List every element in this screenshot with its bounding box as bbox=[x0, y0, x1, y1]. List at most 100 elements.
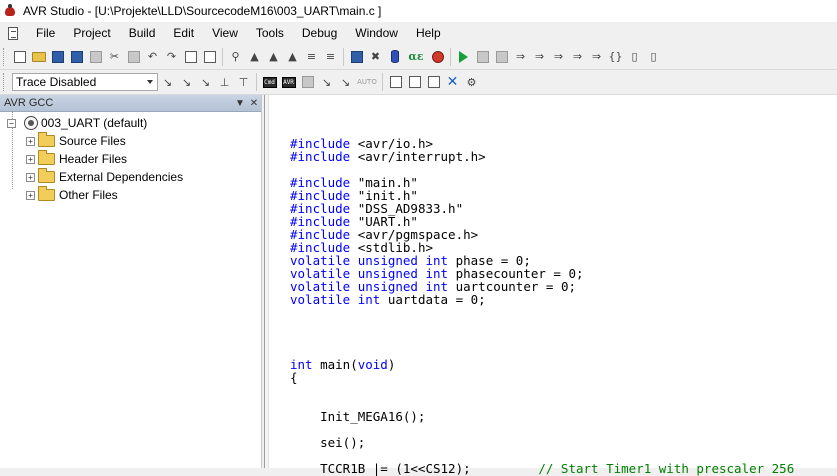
code-line[interactable]: TCCR1B |= (1<<CS12); // Start Timer1 wit… bbox=[290, 462, 794, 475]
step-over-icon[interactable]: ⇒ bbox=[549, 47, 568, 67]
windows-cascade-icon[interactable] bbox=[200, 47, 219, 67]
connect-icon[interactable]: ↘ bbox=[336, 72, 355, 92]
panel-title: AVR GCC bbox=[4, 97, 54, 109]
compile-icon[interactable]: αε bbox=[404, 47, 428, 67]
run-play-icon[interactable] bbox=[454, 47, 473, 67]
trace-toolbar: Trace Disabled ↘ ↘ ↘ ⊥ ⊤ Cmd AVR ↘ ↘ AUT… bbox=[0, 70, 837, 95]
toggle-breakpoint-icon[interactable]: ▯ bbox=[644, 47, 663, 67]
trace-down-icon[interactable]: ⊥ bbox=[215, 72, 234, 92]
find-next-icon[interactable]: ▲ bbox=[245, 47, 264, 67]
menu-build[interactable]: Build bbox=[119, 22, 164, 44]
memory-stack-icon[interactable] bbox=[424, 72, 443, 92]
expand-icon[interactable]: + bbox=[26, 190, 35, 200]
project-panel: AVR GCC ▼ ✕ − 003_UART (default) + Sourc… bbox=[0, 95, 262, 468]
folder-icon bbox=[38, 150, 55, 165]
code-text[interactable]: #include <avr/io.h> #include <avr/interru… bbox=[290, 124, 794, 475]
tree-item-source-files[interactable]: + Source Files bbox=[0, 132, 261, 150]
braces-icon[interactable]: {} bbox=[606, 47, 625, 67]
project-tree: − 003_UART (default) + Source Files + He… bbox=[0, 111, 261, 204]
code-line[interactable] bbox=[290, 384, 794, 397]
toolbar-grip[interactable] bbox=[3, 47, 6, 66]
open-folder-icon[interactable] bbox=[29, 47, 48, 67]
probe-icon[interactable]: ↘ bbox=[317, 72, 336, 92]
chip-icon[interactable] bbox=[298, 72, 317, 92]
menu-window[interactable]: Window bbox=[345, 22, 406, 44]
step-into-icon[interactable]: ⇒ bbox=[530, 47, 549, 67]
indent-icon[interactable]: ≡ bbox=[302, 47, 321, 67]
menu-file[interactable]: File bbox=[26, 22, 63, 44]
save-icon[interactable] bbox=[48, 47, 67, 67]
menu-bar: File Project Build Edit View Tools Debug… bbox=[0, 22, 837, 44]
menu-debug[interactable]: Debug bbox=[292, 22, 345, 44]
memory-grid-icon[interactable] bbox=[386, 72, 405, 92]
code-editor[interactable]: #include <avr/io.h> #include <avr/interru… bbox=[264, 95, 837, 475]
trace-mode-select[interactable]: Trace Disabled bbox=[12, 73, 158, 91]
trace-clear-icon[interactable]: ↘ bbox=[177, 72, 196, 92]
memory-view-icon[interactable] bbox=[405, 72, 424, 92]
save-all-icon[interactable] bbox=[67, 47, 86, 67]
panel-menu-icon[interactable]: ▼ bbox=[233, 98, 247, 109]
tools-icon[interactable]: ✖ bbox=[366, 47, 385, 67]
code-line[interactable]: Init_MEGA16(); bbox=[290, 410, 794, 423]
menu-view[interactable]: View bbox=[202, 22, 246, 44]
settings-gear-icon[interactable]: ⚙ bbox=[462, 72, 481, 92]
expand-icon[interactable]: + bbox=[26, 154, 35, 164]
tree-item-other-files[interactable]: + Other Files bbox=[0, 186, 261, 204]
code-line[interactable]: sei(); bbox=[290, 436, 794, 449]
auto-icon[interactable]: AUTO bbox=[355, 72, 379, 92]
window-icon[interactable] bbox=[181, 47, 200, 67]
trace-filter-icon[interactable]: ↘ bbox=[196, 72, 215, 92]
avr-label: AVR bbox=[281, 76, 296, 88]
avr-icon[interactable]: AVR bbox=[279, 72, 298, 92]
avr-program-icon[interactable] bbox=[347, 47, 366, 67]
undo-icon[interactable]: ↶ bbox=[143, 47, 162, 67]
copy-icon[interactable] bbox=[124, 47, 143, 67]
window-title: AVR Studio - [U:\Projekte\LLD\Sourcecode… bbox=[23, 4, 382, 18]
step-out-icon[interactable]: ⇒ bbox=[568, 47, 587, 67]
tree-item-header-files[interactable]: + Header Files bbox=[0, 150, 261, 168]
command-label: Cmd bbox=[262, 76, 277, 88]
cut-icon[interactable]: ✂ bbox=[105, 47, 124, 67]
stop-icon[interactable] bbox=[473, 47, 492, 67]
code-line[interactable]: { bbox=[290, 371, 794, 384]
toolbar-grip[interactable] bbox=[3, 73, 6, 91]
new-file-icon[interactable] bbox=[10, 47, 29, 67]
close-x-icon[interactable]: ✕ bbox=[443, 72, 462, 92]
menu-project[interactable]: Project bbox=[63, 22, 118, 44]
code-line[interactable]: #include <avr/interrupt.h> bbox=[290, 150, 794, 163]
menu-help[interactable]: Help bbox=[406, 22, 449, 44]
code-line[interactable]: volatile int uartdata = 0; bbox=[290, 293, 794, 306]
debug-chip-icon[interactable] bbox=[428, 47, 447, 67]
run-to-cursor-icon[interactable]: ⇒ bbox=[587, 47, 606, 67]
code-line[interactable] bbox=[290, 319, 794, 332]
code-line[interactable] bbox=[290, 332, 794, 345]
expand-icon[interactable]: + bbox=[26, 136, 35, 146]
find-binoculars-icon[interactable]: ⚲ bbox=[226, 47, 245, 67]
menu-tools[interactable]: Tools bbox=[246, 22, 292, 44]
trace-up-icon[interactable]: ⊤ bbox=[234, 72, 253, 92]
code-line[interactable] bbox=[290, 306, 794, 319]
redo-icon[interactable]: ↷ bbox=[162, 47, 181, 67]
chevron-down-icon[interactable] bbox=[143, 74, 157, 90]
reset-icon[interactable]: ⇒ bbox=[511, 47, 530, 67]
print-icon[interactable] bbox=[86, 47, 105, 67]
code-line[interactable]: int main(void) bbox=[290, 358, 794, 371]
collapse-icon[interactable]: − bbox=[7, 118, 16, 128]
command-icon[interactable]: Cmd bbox=[260, 72, 279, 92]
breakpoint-icon[interactable]: ▯ bbox=[625, 47, 644, 67]
tree-item-label: Header Files bbox=[59, 152, 128, 166]
document-icon[interactable] bbox=[0, 22, 26, 44]
outdent-icon[interactable]: ≡ bbox=[321, 47, 340, 67]
break-icon[interactable] bbox=[492, 47, 511, 67]
code-line[interactable] bbox=[290, 423, 794, 436]
trace-point-icon[interactable]: ↘ bbox=[158, 72, 177, 92]
panel-close-icon[interactable]: ✕ bbox=[247, 98, 261, 109]
replace-icon[interactable]: ▲ bbox=[283, 47, 302, 67]
find-prev-icon[interactable]: ▲ bbox=[264, 47, 283, 67]
menu-edit[interactable]: Edit bbox=[163, 22, 202, 44]
tree-root[interactable]: − 003_UART (default) bbox=[0, 114, 261, 132]
build-cylinder-icon[interactable] bbox=[385, 47, 404, 67]
tree-item-label: Source Files bbox=[59, 134, 126, 148]
tree-item-external-dependencies[interactable]: + External Dependencies bbox=[0, 168, 261, 186]
expand-icon[interactable]: + bbox=[26, 172, 35, 182]
